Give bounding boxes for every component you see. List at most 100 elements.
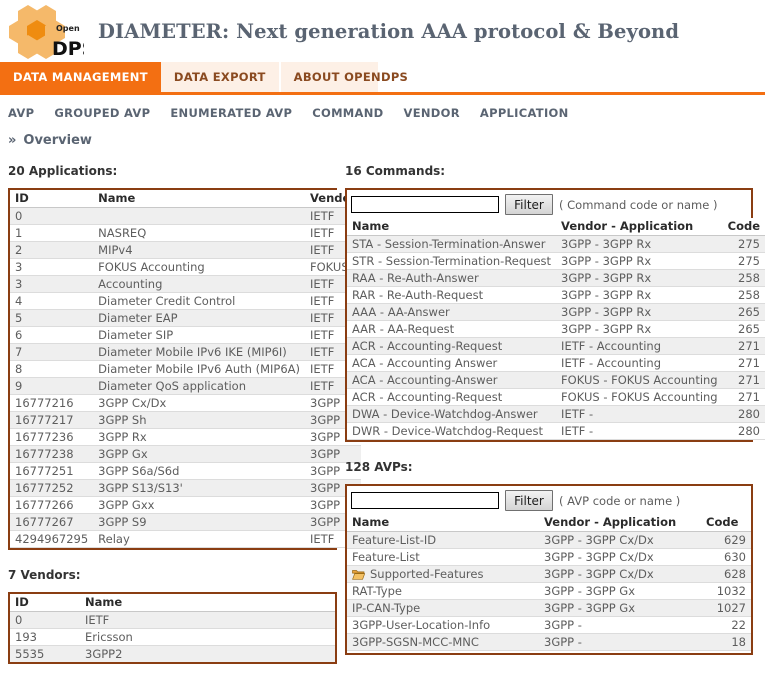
application-id: 4 — [10, 292, 94, 310]
table-row[interactable]: 3 FOKUS Accounting FOKUS — [10, 258, 362, 276]
table-row[interactable]: 5535 3GPP2 — [10, 645, 335, 662]
tab-data-export[interactable]: DATA EXPORT — [161, 62, 281, 92]
applications-col-name[interactable]: Name — [93, 190, 306, 208]
table-row[interactable]: 1 NASREQ IETF — [10, 224, 362, 242]
table-row[interactable]: RAT-Type 3GPP - 3GPP Gx 1032 — [347, 582, 751, 600]
command-vendor-application: IETF - Accounting — [556, 354, 723, 372]
commands-filter-input[interactable] — [351, 196, 499, 213]
vendors-table: ID Name 0IETF193Ericsson55353GPP2104153G… — [10, 594, 335, 665]
tab-data-management[interactable]: DATA MANAGEMENT — [0, 62, 161, 92]
table-row[interactable]: ACR - Accounting-Request IETF - Accountin… — [347, 337, 765, 355]
table-row[interactable]: IP-CAN-Type 3GPP - 3GPP Gx 1027 — [347, 599, 751, 617]
commands-col-name[interactable]: Name — [347, 218, 557, 236]
table-row[interactable]: 16777236 3GPP Rx 3GPP — [10, 428, 362, 446]
applications-col-id[interactable]: ID — [10, 190, 94, 208]
table-row[interactable]: 8 Diameter Mobile IPv6 Auth (MIP6A) IETF — [10, 360, 362, 378]
tab-about-opendps[interactable]: ABOUT OPENDPS — [281, 62, 424, 92]
commands-filter-button[interactable]: Filter — [505, 194, 553, 215]
table-row[interactable]: AAA - AA-Answer 3GPP - 3GPP Rx 265 — [347, 303, 765, 321]
table-row[interactable]: ACA - Accounting Answer IETF - Accounting… — [347, 354, 765, 372]
table-row[interactable]: 0 IETF — [10, 207, 362, 225]
vendors-col-id[interactable]: ID — [10, 594, 80, 612]
nav-item-vendor[interactable]: VENDOR — [404, 106, 460, 120]
applications-header-row: ID Name Vendor — [10, 190, 362, 208]
opendps-logo[interactable]: Open DPS — [8, 3, 84, 59]
table-row[interactable]: 2 MIPv4 IETF — [10, 241, 362, 259]
table-row[interactable]: 16777251 3GPP S6a/S6d 3GPP — [10, 462, 362, 480]
table-row[interactable]: 0 IETF — [10, 611, 335, 629]
table-row[interactable]: 16777238 3GPP Gx 3GPP — [10, 445, 362, 463]
table-row[interactable]: STR - Session-Termination-Request 3GPP - … — [347, 252, 765, 270]
avps-filter-button[interactable]: Filter — [505, 490, 553, 511]
table-row[interactable]: 16777217 3GPP Sh 3GPP — [10, 411, 362, 429]
vendor-name: 3GPP — [80, 663, 335, 665]
table-row[interactable]: 5 Diameter EAP IETF — [10, 309, 362, 327]
nav-item-command[interactable]: COMMAND — [312, 106, 383, 120]
avp-name: Supported-Features — [347, 565, 539, 583]
table-row[interactable]: 16777252 3GPP S13/S13' 3GPP — [10, 479, 362, 497]
applications-table-body: 0 IETF 1 NASREQ IETF 2 MIPv4 IETF 3 FOKUS Account… — [10, 207, 362, 548]
command-vendor-application: IETF - — [556, 422, 723, 440]
table-row[interactable]: Feature-List 3GPP - 3GPP Cx/Dx 630 — [347, 548, 751, 566]
table-row[interactable]: 16777266 3GPP Gxx 3GPP — [10, 496, 362, 514]
avps-filter-input[interactable] — [351, 492, 499, 509]
application-id: 6 — [10, 326, 94, 344]
commands-col-vendor-application[interactable]: Vendor - Application — [556, 218, 723, 236]
table-row[interactable]: DWR - Device-Watchdog-Request IETF -280 — [347, 422, 765, 440]
table-row[interactable]: 3GPP-MS-TimeZone3GPP -23 — [347, 650, 751, 653]
table-row[interactable]: AAR - AA-Request 3GPP - 3GPP Rx 265 — [347, 320, 765, 338]
nav-item-avp[interactable]: AVP — [8, 106, 34, 120]
table-row[interactable]: 104153GPP — [10, 663, 335, 665]
table-row[interactable]: 9 Diameter QoS application IETF — [10, 377, 362, 395]
table-row[interactable]: ACR - Accounting-Request FOKUS - FOKUS Ac… — [347, 388, 765, 406]
applications-heading: 20 Applications: — [8, 164, 118, 178]
avp-code: 629 — [701, 531, 751, 549]
nav-item-enumerated-avp[interactable]: ENUMERATED AVP — [170, 106, 292, 120]
table-row[interactable]: 7 Diameter Mobile IPv6 IKE (MIP6I) IETF — [10, 343, 362, 361]
avp-name-with-icon: Supported-Features — [352, 567, 534, 581]
command-vendor-application: FOKUS - FOKUS Accounting — [556, 371, 723, 389]
application-id: 16777217 — [10, 411, 94, 429]
command-code: 280 — [722, 422, 765, 440]
command-code: 275 — [722, 252, 765, 270]
applications-panel: ID Name Vendor 0 IETF 1 NASREQ IETF 2 MIPv4 IET… — [8, 188, 362, 550]
nav-item-grouped-avp[interactable]: GROUPED AVP — [54, 106, 150, 120]
avp-vendor-application: 3GPP - 3GPP Cx/Dx — [539, 531, 701, 549]
avps-col-name[interactable]: Name — [347, 514, 539, 532]
table-row[interactable]: STA - Session-Termination-Answer 3GPP - 3… — [347, 235, 765, 253]
commands-filterbar: Filter ( Command code or name ) — [347, 190, 751, 218]
secondary-nav: AVP GROUPED AVP ENUMERATED AVP COMMAND V… — [0, 99, 765, 127]
table-row[interactable]: 3 Accounting IETF — [10, 275, 362, 293]
application-id: 4294967295 — [10, 530, 94, 548]
table-row[interactable]: 16777267 3GPP S9 3GPP — [10, 513, 362, 531]
vendors-col-name[interactable]: Name — [80, 594, 335, 612]
command-name: DWA - Device-Watchdog-Answer — [347, 405, 557, 423]
left-column: 20 Applications: ID Name Vendor 0 IETF 1 NA… — [0, 164, 362, 665]
table-row[interactable]: Supported-Features 3GPP - 3GPP Cx/Dx 628 — [347, 565, 751, 583]
table-row[interactable]: 3GPP-User-Location-Info 3GPP -22 — [347, 616, 751, 634]
application-name: 3GPP Cx/Dx — [93, 394, 306, 412]
nav-item-application[interactable]: APPLICATION — [480, 106, 569, 120]
table-row[interactable]: Feature-List-ID 3GPP - 3GPP Cx/Dx 629 — [347, 531, 751, 549]
table-row[interactable]: 4294967295 Relay IETF — [10, 530, 362, 548]
avps-col-code[interactable]: Code — [701, 514, 751, 532]
breadcrumb: » Overview — [0, 127, 765, 150]
vendor-id: 193 — [10, 628, 80, 646]
table-row[interactable]: 16777216 3GPP Cx/Dx 3GPP — [10, 394, 362, 412]
command-code: 258 — [722, 269, 765, 287]
table-row[interactable]: RAR - Re-Auth-Request 3GPP - 3GPP Rx 258 — [347, 286, 765, 304]
table-row[interactable]: 193 Ericsson — [10, 628, 335, 646]
avps-col-vendor-application[interactable]: Vendor - Application — [539, 514, 701, 532]
table-row[interactable]: DWA - Device-Watchdog-Answer IETF -280 — [347, 405, 765, 423]
avp-name: 3GPP-MS-TimeZone — [347, 650, 539, 653]
table-row[interactable]: RAA - Re-Auth-Answer 3GPP - 3GPP Rx 258 — [347, 269, 765, 287]
table-row[interactable]: ACA - Accounting-Answer FOKUS - FOKUS Acc… — [347, 371, 765, 389]
table-row[interactable]: 4 Diameter Credit Control IETF — [10, 292, 362, 310]
table-row[interactable]: 3GPP-SGSN-MCC-MNC 3GPP -18 — [347, 633, 751, 651]
vendor-id: 5535 — [10, 645, 80, 662]
commands-col-code[interactable]: Code — [722, 218, 765, 236]
avp-vendor-application: 3GPP - 3GPP Cx/Dx — [539, 565, 701, 583]
table-row[interactable]: 6 Diameter SIP IETF — [10, 326, 362, 344]
avp-code: 630 — [701, 548, 751, 566]
tab-data-export-label: DATA EXPORT — [173, 70, 266, 84]
